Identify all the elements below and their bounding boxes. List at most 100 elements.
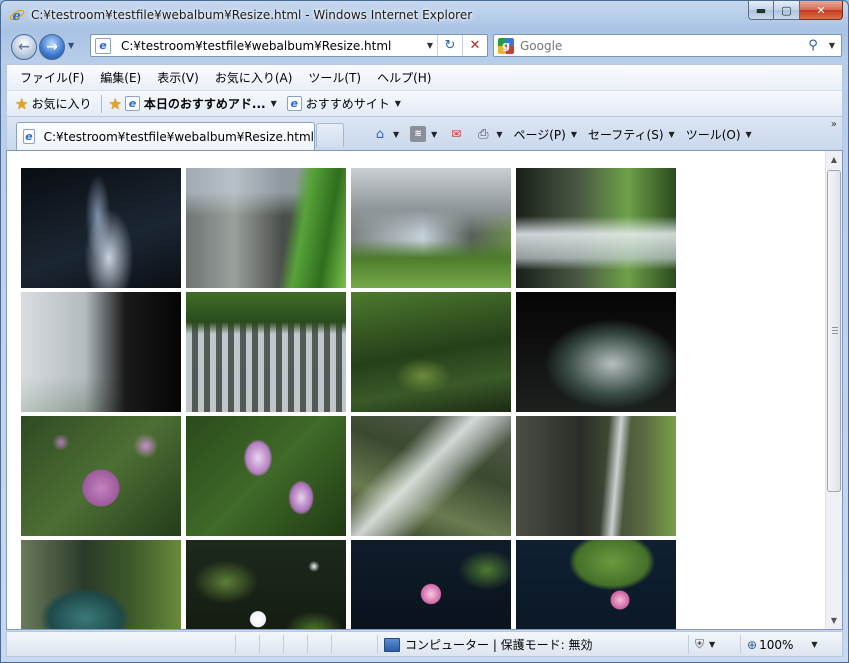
scroll-down-icon[interactable]: ▼ — [826, 612, 842, 629]
address-bar[interactable]: e C:¥testroom¥testfile¥webalbum¥Resize.h… — [90, 34, 488, 57]
search-bar[interactable]: g ⚲ ▼ — [493, 34, 842, 57]
photo-waterfall-wide-cliff[interactable] — [351, 168, 511, 288]
navigation-bar: ← → ▼ e C:¥testroom¥testfile¥webalbum¥Re… — [1, 29, 848, 63]
protected-mode-button[interactable]: ⛨ ▼ — [695, 635, 715, 654]
menu-file[interactable]: ファイル(F) — [12, 69, 92, 86]
photo-stream-rocks[interactable] — [351, 416, 511, 536]
refresh-button[interactable]: ↻ — [437, 35, 462, 56]
scroll-grip-icon — [832, 327, 838, 334]
window-title: C:¥testroom¥testfile¥webalbum¥Resize.htm… — [31, 8, 473, 22]
chevron-down-icon: ▼ — [709, 640, 716, 649]
maximize-icon: ▢ — [781, 3, 792, 17]
ie-logo-icon: e — [9, 9, 25, 23]
chevron-down-icon[interactable]: ▼ — [496, 130, 502, 139]
page-menu-button[interactable]: ページ(P) ▼ — [513, 126, 577, 143]
caption-buttons: ▬ ▢ ✕ — [748, 1, 843, 20]
photo-white-waterlily[interactable] — [186, 540, 346, 629]
feeds-button[interactable]: ≋ ▼ — [410, 126, 437, 142]
status-divider — [377, 635, 378, 654]
forward-button[interactable]: → — [39, 34, 65, 60]
search-options-dropdown-icon[interactable]: ▼ — [823, 41, 841, 50]
photo-pink-waterlily-pad[interactable] — [516, 540, 676, 629]
menu-edit[interactable]: 編集(E) — [92, 69, 149, 86]
search-input[interactable] — [520, 38, 803, 53]
scrollbar-thumb[interactable] — [827, 170, 841, 492]
chevron-down-icon[interactable]: ▼ — [271, 99, 277, 108]
fav-item-suggested-sites-button[interactable]: e おすすめサイト ▼ — [286, 95, 401, 112]
more-commands-chevron-icon[interactable]: » — [831, 119, 837, 130]
minimize-button[interactable]: ▬ — [748, 1, 774, 20]
menu-tools[interactable]: ツール(T) — [300, 69, 369, 86]
tools-menu-button[interactable]: ツール(O) ▼ — [686, 126, 752, 143]
address-dropdown-icon[interactable]: ▼ — [423, 35, 437, 56]
new-tab-button[interactable] — [316, 123, 344, 147]
fav-item-recommended-addons[interactable]: 本日のおすすめアド... — [144, 95, 266, 112]
chevron-down-icon: ▼ — [811, 640, 818, 649]
security-zone[interactable]: コンピューター | 保護モード: 無効 — [384, 635, 593, 654]
print-button[interactable]: ⎙ ▼ — [475, 126, 502, 142]
photo-hydrangea-pink[interactable] — [21, 416, 181, 536]
chevron-down-icon[interactable]: ▼ — [393, 130, 399, 139]
page-icon: e — [124, 96, 140, 111]
search-icon[interactable]: ⚲ — [803, 38, 823, 53]
vertical-scrollbar[interactable]: ▲ ▼ — [825, 151, 842, 629]
printer-icon: ⎙ — [478, 126, 489, 142]
read-mail-button[interactable]: ✉ — [448, 126, 464, 142]
page-icon: e — [286, 96, 302, 111]
chevron-down-icon: ▼ — [570, 129, 577, 139]
photo-waterfall-cliff-green[interactable] — [186, 168, 346, 288]
photo-pool-mossy[interactable] — [21, 540, 181, 629]
photo-waterfall-cave-left[interactable] — [21, 292, 181, 412]
photo-pink-waterlily[interactable] — [351, 540, 511, 629]
svg-text:e: e — [13, 9, 21, 23]
stop-icon: ✕ — [469, 38, 481, 53]
home-button[interactable]: ⌂ ▼ — [372, 126, 399, 142]
photo-forest-rock[interactable] — [351, 292, 511, 412]
computer-icon — [384, 637, 400, 652]
page-icon: e — [95, 37, 111, 54]
chevron-down-icon[interactable]: ▼ — [431, 130, 437, 139]
safety-menu-label: セーフティ(S) — [588, 127, 664, 142]
menu-help[interactable]: ヘルプ(H) — [369, 69, 439, 86]
favorites-bar: ★ お気に入り ★ e 本日のおすすめアド... ▼ e おすすめサイト ▼ — [6, 90, 843, 117]
photo-waterfall-cave-arch[interactable] — [516, 292, 676, 412]
photo-iris-flowers[interactable] — [186, 416, 346, 536]
chevron-down-icon[interactable]: ▼ — [395, 99, 401, 108]
scroll-up-icon[interactable]: ▲ — [826, 151, 842, 168]
photo-waterfall-dark-spray[interactable] — [21, 168, 181, 288]
zone-label: コンピューター | 保護モード: 無効 — [405, 638, 593, 652]
tools-menu-label: ツール(O) — [685, 127, 741, 142]
fav-item-suggested-sites: おすすめサイト — [305, 97, 390, 111]
google-icon: g — [498, 37, 514, 54]
safety-menu-button[interactable]: セーフティ(S) ▼ — [588, 126, 675, 143]
photo-waterfall-cascade-green[interactable] — [516, 168, 676, 288]
photo-waterfall-gorge[interactable] — [516, 416, 676, 536]
forward-arrow-icon: → — [46, 39, 58, 55]
zoom-magnifier-icon: ⊕ — [747, 637, 758, 652]
tab-resize-html[interactable]: e C:¥testroom¥testfile¥webalbum¥Resize.h… — [16, 122, 315, 150]
maximize-button[interactable]: ▢ — [774, 1, 800, 20]
favorites-button[interactable]: ★ お気に入り — [15, 95, 91, 113]
photo-waterfall-curtain[interactable] — [186, 292, 346, 412]
command-bar: ⌂ ▼ ≋ ▼ ✉ ⎙ ▼ ページ(P) ▼ セーフティ(S) ▼ ツール(O)… — [372, 123, 763, 145]
menu-bar: ファイル(F) 編集(E) 表示(V) お気に入り(A) ツール(T) ヘルプ(… — [6, 64, 843, 90]
close-button[interactable]: ✕ — [800, 1, 843, 20]
stop-button[interactable]: ✕ — [462, 35, 487, 56]
back-button[interactable]: ← — [11, 34, 37, 60]
menu-view[interactable]: 表示(V) — [149, 69, 207, 86]
status-divider — [307, 635, 308, 654]
shield-icon: ⛨ — [695, 637, 705, 651]
status-bar: コンピューター | 保護モード: 無効 ⛨ ▼ ⊕ 100% ▼ — [6, 631, 843, 657]
close-icon: ✕ — [816, 3, 826, 17]
tab-label: C:¥testroom¥testfile¥webalbum¥Resize.htm… — [43, 129, 314, 144]
back-arrow-icon: ← — [18, 39, 30, 55]
favorites-label: お気に入り — [31, 97, 92, 111]
add-favorites-button[interactable]: ★ e 本日のおすすめアド... ▼ — [108, 95, 276, 113]
recent-pages-dropdown-icon[interactable]: ▼ — [68, 41, 74, 50]
address-url[interactable]: C:¥testroom¥testfile¥webalbum¥Resize.htm… — [121, 39, 423, 53]
zoom-control[interactable]: ⊕ 100% ▼ — [747, 635, 818, 654]
chevron-down-icon: ▼ — [745, 129, 752, 139]
chevron-down-icon: ▼ — [668, 129, 675, 139]
title-bar[interactable]: e C:¥testroom¥testfile¥webalbum¥Resize.h… — [1, 1, 848, 29]
menu-favorites[interactable]: お気に入り(A) — [207, 69, 301, 86]
